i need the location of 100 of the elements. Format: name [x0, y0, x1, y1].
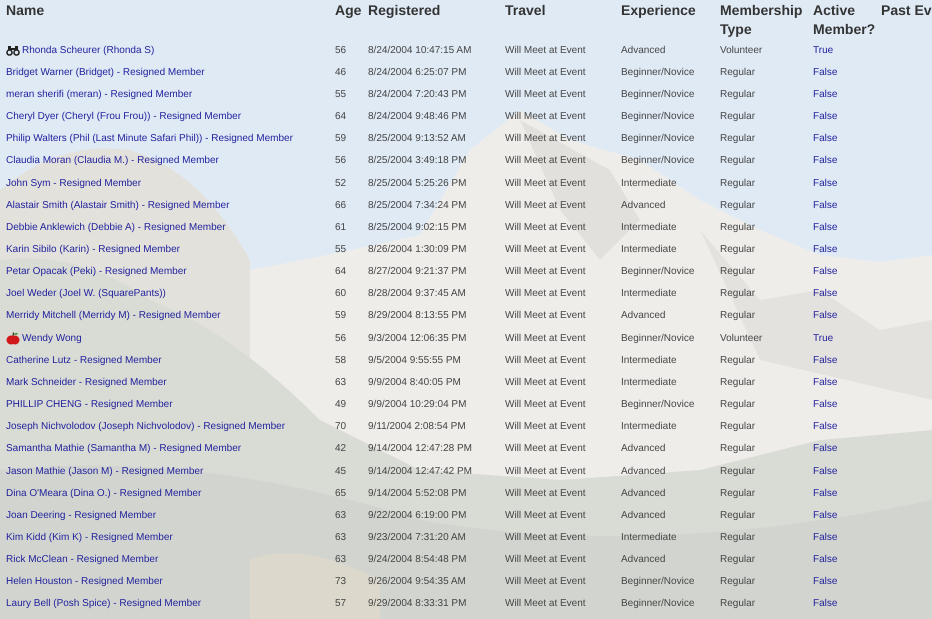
member-link[interactable]: Dina O'Meara (Dina O.) - Resigned Member — [6, 488, 202, 499]
table-cell-text: Regular — [720, 376, 756, 390]
table-cell-text: Beginner/Novice — [621, 398, 694, 412]
table-cell-text: Beginner/Novice — [621, 66, 694, 80]
table-cell-text: Will Meet at Event — [505, 420, 586, 434]
table-cell-text: Advanced — [621, 44, 666, 58]
table-cell-text: 55 — [335, 88, 346, 102]
member-link[interactable]: Laury Bell (Posh Spice) - Resigned Member — [6, 598, 202, 610]
member-link[interactable]: Joel Weder (Joel W. (SquarePants)) — [6, 288, 166, 300]
member-link[interactable]: Debbie Anklewich (Debbie A) - Resigned Member — [6, 222, 226, 233]
member-link[interactable]: Claudia Moran (Claudia M.) - Resigned Member — [6, 155, 219, 166]
table-cell-text: False — [813, 575, 838, 590]
member-link[interactable]: John Sym - Resigned Member — [6, 178, 142, 189]
member-link[interactable]: Joseph Nichvolodov (Joseph Nichvolodov) - Resigned Member — [6, 421, 286, 432]
table-cell-text: False — [813, 220, 838, 235]
table-cell-text: False — [813, 398, 838, 412]
table-cell-text: 65 — [335, 486, 346, 501]
member-link[interactable]: Bridget Warner (Bridget) - Resigned Member — [6, 66, 205, 78]
table-cell-text: Beginner/Novice — [621, 110, 694, 124]
table-cell-text: 9/11/2004 2:08:54 PM — [368, 420, 466, 434]
table-cell-text: Volunteer — [720, 332, 762, 346]
table-cell-text: Regular — [720, 88, 756, 102]
table-cell-text: Will Meet at Event — [505, 442, 586, 456]
table-cell-text: Beginner/Novice — [621, 154, 694, 168]
table-cell-text: False — [813, 486, 838, 501]
table-cell-text: 63 — [335, 508, 346, 523]
table-cell-text: 9/9/2004 10:29:04 PM — [368, 398, 466, 412]
table-cell-text: Regular — [720, 66, 756, 80]
table-cell-text: False — [813, 110, 838, 124]
table-cell-text: Regular — [720, 442, 756, 456]
table-cell-text: Regular — [720, 176, 756, 191]
table-cell-text: Regular — [720, 220, 756, 235]
column-header: Past Ev — [881, 1, 932, 20]
table-cell-text: Will Meet at Event — [505, 220, 586, 235]
table-cell-text: True — [813, 332, 834, 346]
member-link[interactable]: PHILLIP CHENG - Resigned Member — [6, 399, 173, 410]
table-cell-text: Volunteer — [720, 44, 762, 58]
table-cell-text: 9/14/2004 12:47:28 PM — [368, 442, 472, 456]
table-cell-text: 63 — [335, 553, 346, 568]
table-cell-text: 8/28/2004 9:37:45 AM — [368, 287, 466, 302]
table-cell-text: Regular — [720, 154, 756, 168]
member-link[interactable]: Philip Walters (Phil (Last Minute Safari Phil)) - Resigned Member — [6, 133, 293, 144]
table-cell-text: Regular — [720, 132, 756, 146]
table-cell-text: False — [813, 154, 838, 168]
table-cell-text: 64 — [335, 265, 346, 280]
table-cell-text: 8/24/2004 9:48:46 PM — [368, 110, 466, 124]
member-link[interactable]: Alastair Smith (Alastair Smith) - Resigned Member — [6, 200, 230, 211]
table-cell-text: 9/14/2004 5:52:08 PM — [368, 486, 466, 501]
table-cell-text: Will Meet at Event — [505, 597, 586, 612]
member-link[interactable]: Karin Sibilo (Karin) - Resigned Member — [6, 244, 180, 255]
table-cell-text: False — [813, 176, 838, 191]
table-cell-text: 70 — [335, 420, 346, 434]
table-cell-text: Advanced — [621, 442, 666, 456]
table-cell-text: Will Meet at Event — [505, 486, 586, 501]
table-cell-text: Regular — [720, 486, 756, 501]
member-link[interactable]: Rhonda Scheurer (Rhonda S) — [22, 44, 154, 56]
member-link[interactable]: Samantha Mathie (Samantha M) - Resigned Member — [6, 443, 242, 454]
table-cell-text: False — [813, 287, 838, 302]
table-cell-text: 9/14/2004 12:47:42 PM — [368, 464, 472, 479]
column-header: Travel — [505, 1, 546, 20]
member-link[interactable]: meran sherifi (meran) - Resigned Member — [6, 88, 192, 100]
table-cell-text: Will Meet at Event — [505, 88, 586, 102]
table-cell-text: Regular — [720, 553, 756, 568]
member-link[interactable]: Cheryl Dyer (Cheryl (Frou Frou)) - Resigned Member — [6, 111, 242, 122]
table-cell-text: Regular — [720, 354, 756, 368]
table-cell-text: 8/25/2004 9:02:15 PM — [368, 220, 466, 235]
member-link[interactable]: Kim Kidd (Kim K) - Resigned Member — [6, 532, 173, 544]
table-cell-text: False — [813, 132, 838, 146]
table-cell-text: False — [813, 553, 838, 568]
table-cell-text: Regular — [720, 575, 756, 590]
member-link[interactable]: Merridy Mitchell (Merridy M) - Resigned Member — [6, 310, 220, 322]
member-link[interactable]: Mark Schneider - Resigned Member — [6, 376, 167, 388]
table-cell-text: 9/29/2004 8:33:31 PM — [368, 597, 466, 612]
table-cell-text: False — [813, 265, 838, 280]
table-cell-text: 8/24/2004 7:20:43 PM — [368, 88, 466, 102]
table-cell-text: False — [813, 531, 838, 546]
member-link[interactable]: Petar Opacak (Peki) - Resigned Member — [6, 266, 187, 278]
member-link[interactable]: Wendy Wong — [22, 332, 82, 344]
member-link[interactable]: Joan Deering - Resigned Member — [6, 510, 156, 521]
table-cell-text: 46 — [335, 66, 346, 80]
table-cell-text: 60 — [335, 287, 346, 302]
table-cell-text: Beginner/Novice — [621, 265, 694, 280]
member-link[interactable]: Catherine Lutz - Resigned Member — [6, 354, 162, 366]
table-cell-text: 8/29/2004 8:13:55 PM — [368, 309, 466, 324]
table-cell-text: Will Meet at Event — [505, 398, 586, 412]
table-cell-text: Regular — [720, 309, 756, 324]
table-cell-text: Will Meet at Event — [505, 354, 586, 368]
table-cell-text: 57 — [335, 597, 346, 612]
table-cell-text: False — [813, 66, 838, 80]
table-cell-text: False — [813, 442, 838, 456]
table-cell-text: Regular — [720, 464, 756, 479]
member-link[interactable]: Helen Houston - Resigned Member — [6, 576, 163, 588]
table-cell-text: Will Meet at Event — [505, 132, 586, 146]
table-cell-text: Regular — [720, 508, 756, 523]
table-cell-text: Intermediate — [621, 220, 677, 235]
table-cell-text: Will Meet at Event — [505, 376, 586, 390]
table-cell-text: Beginner/Novice — [621, 332, 694, 346]
member-link[interactable]: Jason Mathie (Jason M) - Resigned Member — [6, 466, 204, 477]
member-link[interactable]: Rick McClean - Resigned Member — [6, 554, 158, 566]
table-cell-text: 45 — [335, 464, 346, 479]
